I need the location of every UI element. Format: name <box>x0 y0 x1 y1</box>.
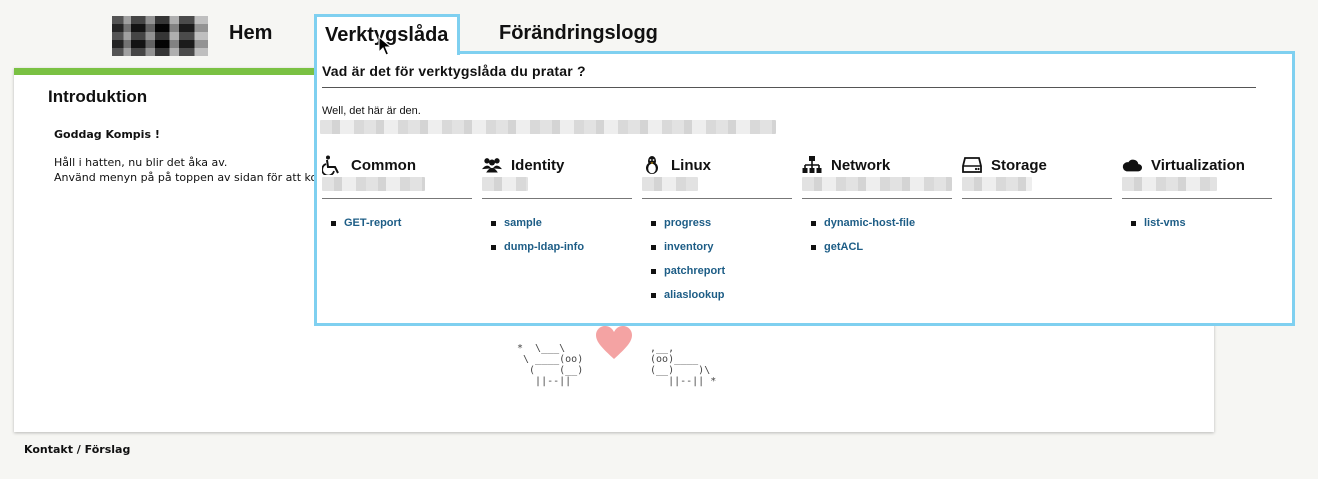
hard-drive-icon <box>962 157 982 173</box>
category-common: Common GET-report <box>322 153 472 241</box>
tool-link[interactable]: list-vms <box>1122 217 1272 241</box>
redacted-text <box>322 177 425 191</box>
greeting-text: Goddag Kompis ! <box>54 128 160 141</box>
category-identity: Identity sample dump-ldap-info <box>482 153 632 265</box>
redacted-text <box>1122 177 1217 191</box>
toolbox-dropdown-menu: Vad är det för verktygslåda du pratar ? … <box>314 51 1295 326</box>
category-divider <box>482 198 632 199</box>
heart-icon <box>596 326 632 359</box>
intro-line-1: Håll i hatten, nu blir det åka av. <box>54 156 228 169</box>
category-divider <box>322 198 472 199</box>
category-divider <box>1122 198 1272 199</box>
redacted-text <box>642 177 698 191</box>
tool-link[interactable]: inventory <box>642 241 792 265</box>
tool-link[interactable]: progress <box>642 217 792 241</box>
page-title: Introduktion <box>48 87 148 106</box>
tool-link[interactable]: patchreport <box>642 265 792 289</box>
wheelchair-icon <box>322 155 339 175</box>
nav-home[interactable]: Hem <box>229 22 272 45</box>
tool-link[interactable]: dump-ldap-info <box>482 241 632 265</box>
ascii-cow-left: * \___\ \ ____(oo) ( (__) ||--|| <box>517 343 584 387</box>
contact-link[interactable]: Kontakt / Förslag <box>24 443 130 456</box>
network-sitemap-icon <box>802 156 822 173</box>
category-divider <box>642 198 792 199</box>
category-title: Linux <box>671 156 711 174</box>
intro-paragraph: Håll i hatten, nu blir det åka av. Använ… <box>54 155 339 185</box>
tool-link[interactable]: sample <box>482 217 632 241</box>
category-title: Network <box>831 156 891 174</box>
category-divider <box>802 198 952 199</box>
dropdown-title: Vad är det för verktygslåda du pratar ? <box>322 63 586 79</box>
category-divider <box>962 198 1112 199</box>
users-icon <box>482 158 502 173</box>
redacted-text <box>320 120 776 134</box>
redacted-text <box>482 177 528 191</box>
category-storage: Storage <box>962 153 1112 217</box>
category-title: Identity <box>511 156 565 174</box>
category-linux: Linux progress inventory patchreport ali… <box>642 153 792 313</box>
category-title: Storage <box>991 156 1047 174</box>
mouse-cursor-icon <box>378 36 392 56</box>
tool-link[interactable]: GET-report <box>322 217 472 241</box>
linux-tux-icon <box>646 156 658 174</box>
category-title: Common <box>351 156 416 174</box>
tool-link[interactable]: aliaslookup <box>642 289 792 313</box>
nav-changelog[interactable]: Förändringslogg <box>499 22 658 45</box>
redacted-text <box>802 177 952 191</box>
tool-link[interactable]: getACL <box>802 241 952 265</box>
category-title: Virtualization <box>1151 156 1245 174</box>
ascii-cow-right: ,__, (oo)____ (__) )\ ||--|| * <box>650 343 717 387</box>
site-logo[interactable] <box>112 16 208 56</box>
dropdown-divider <box>322 87 1256 88</box>
redacted-text <box>962 177 1032 191</box>
category-virtualization: Virtualization list-vms <box>1122 153 1272 241</box>
tool-link[interactable]: dynamic-host-file <box>802 217 952 241</box>
intro-line-2: Använd menyn på på toppen av sidan för a… <box>54 171 339 184</box>
category-network: Network dynamic-host-file getACL <box>802 153 952 265</box>
cloud-icon <box>1122 159 1142 172</box>
dropdown-intro: Well, det här är den. <box>322 105 421 117</box>
